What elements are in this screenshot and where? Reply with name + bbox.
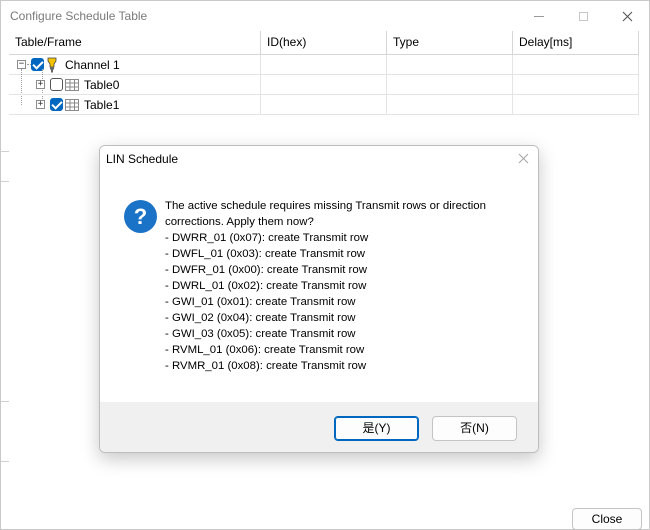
message-line: - RVMR_01 (0x08): create Transmit row <box>165 360 367 372</box>
yes-button[interactable]: 是(Y) <box>334 416 419 441</box>
dialog-title-bar: LIN Schedule <box>100 146 538 172</box>
table-icon <box>65 99 79 111</box>
minimize-icon <box>534 15 544 17</box>
table1-label: Table1 <box>84 98 120 112</box>
question-icon: ? <box>124 200 157 233</box>
table0-label: Table0 <box>84 78 120 92</box>
dialog-footer: 是(Y) 否(N) <box>100 402 538 452</box>
column-header-type[interactable]: Type <box>387 31 513 55</box>
message-line: - DWRL_01 (0x02): create Transmit row <box>165 280 367 292</box>
grid-row-table0[interactable]: + Table0 <box>9 75 639 95</box>
background-edge <box>1 151 9 152</box>
message-line: - RVML_01 (0x06): create Transmit row <box>165 344 365 356</box>
lamp-icon <box>47 57 57 73</box>
close-button[interactable]: Close <box>572 508 642 530</box>
channel-1-label: Channel 1 <box>65 58 120 72</box>
no-button[interactable]: 否(N) <box>432 416 517 441</box>
collapse-toggle[interactable]: − <box>17 60 26 69</box>
close-icon <box>622 11 632 21</box>
lin-schedule-dialog: LIN Schedule ? The active schedule requi… <box>99 145 539 453</box>
close-icon <box>518 153 529 164</box>
background-edge <box>1 401 9 402</box>
expand-toggle[interactable]: + <box>36 80 45 89</box>
message-line: corrections. Apply them now? <box>165 216 314 228</box>
table-icon <box>65 79 79 91</box>
message-line: - DWRR_01 (0x07): create Transmit row <box>165 232 369 244</box>
message-line: - DWFL_01 (0x03): create Transmit row <box>165 248 366 260</box>
column-header-delay[interactable]: Delay[ms] <box>513 31 639 55</box>
maximize-icon <box>578 11 588 21</box>
dialog-body: ? The active schedule requires missing T… <box>100 172 538 402</box>
message-line: The active schedule requires missing Tra… <box>165 200 486 212</box>
background-edge <box>1 181 9 182</box>
table0-checkbox[interactable] <box>50 78 63 91</box>
message-line: - DWFR_01 (0x00): create Transmit row <box>165 264 367 276</box>
column-header-id[interactable]: ID(hex) <box>261 31 387 55</box>
grid-row-table1[interactable]: + Table1 <box>9 95 639 115</box>
maximize-button[interactable] <box>561 3 605 29</box>
window-close-button[interactable] <box>605 3 649 29</box>
dialog-close-button[interactable] <box>513 148 535 170</box>
message-line: - GWI_03 (0x05): create Transmit row <box>165 328 356 340</box>
grid-row-channel-1[interactable]: − Channel 1 <box>9 55 639 75</box>
window-title: Configure Schedule Table <box>10 9 148 23</box>
title-bar: Configure Schedule Table <box>1 1 649 31</box>
expand-toggle[interactable]: + <box>36 100 45 109</box>
schedule-grid: Table/Frame ID(hex) Type Delay[ms] − Cha… <box>9 31 639 115</box>
background-edge <box>1 461 9 462</box>
table1-checkbox[interactable] <box>50 98 63 111</box>
message-line: - GWI_01 (0x01): create Transmit row <box>165 296 356 308</box>
dialog-title: LIN Schedule <box>106 152 179 166</box>
column-header-table-frame[interactable]: Table/Frame <box>9 31 261 55</box>
message-line: - GWI_02 (0x04): create Transmit row <box>165 312 356 324</box>
minimize-button[interactable] <box>517 3 561 29</box>
dialog-message: The active schedule requires missing Tra… <box>165 198 525 374</box>
